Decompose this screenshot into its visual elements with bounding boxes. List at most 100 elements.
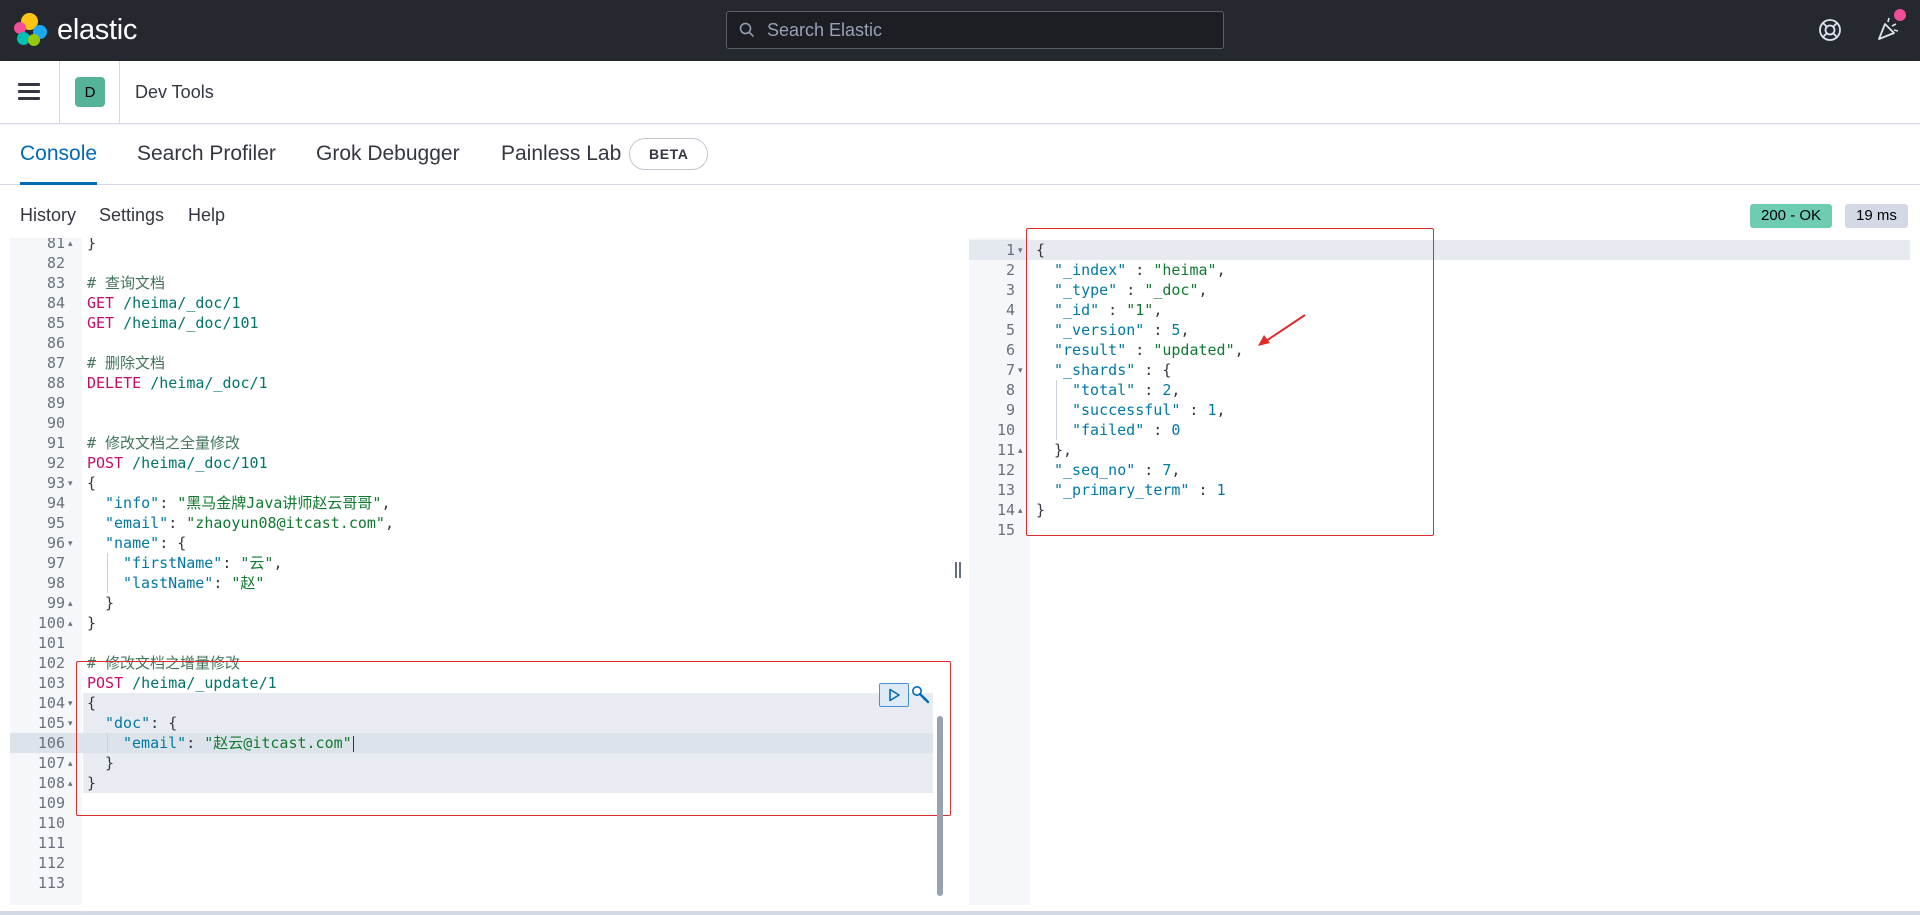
code-token: GET — [87, 294, 115, 312]
global-search[interactable] — [726, 11, 1224, 49]
code-token: "lastName" — [123, 574, 214, 592]
line-number: 82 — [46, 254, 65, 272]
code-token: "email" — [105, 514, 169, 532]
code-token: POST — [87, 454, 124, 472]
code-token: # 查询文档 — [87, 274, 166, 292]
line-number: 12 — [996, 461, 1015, 479]
line-number: 108 — [37, 774, 65, 792]
history-link[interactable]: History — [20, 205, 76, 226]
line-number: 99 — [46, 594, 65, 612]
code-line: GET /heima/_doc/101 — [87, 313, 259, 333]
line-number: 6 — [1005, 341, 1015, 359]
pane-resize-handle[interactable] — [955, 562, 963, 580]
fold-toggle-icon[interactable]: ▴ — [1018, 440, 1023, 460]
line-number: 104 — [37, 694, 65, 712]
code-line: } — [87, 238, 96, 253]
settings-link[interactable]: Settings — [99, 205, 164, 226]
beta-badge: BETA — [629, 138, 709, 170]
notification-dot — [1894, 9, 1906, 21]
fold-toggle-icon[interactable]: ▾ — [1018, 360, 1023, 380]
code-line: DELETE /heima/_doc/1 — [87, 373, 268, 393]
code-token: "info" — [105, 494, 160, 512]
fold-toggle-icon[interactable]: ▴ — [68, 238, 73, 253]
line-number: 113 — [37, 874, 65, 892]
fold-toggle-icon[interactable]: ▾ — [68, 713, 73, 733]
code-token: , — [384, 514, 394, 532]
indent-guide — [107, 553, 108, 573]
line-number: 11 — [996, 441, 1015, 459]
code-token: : — [222, 554, 241, 572]
elastic-logo[interactable]: elastic — [14, 13, 137, 47]
wrench-icon[interactable] — [911, 685, 931, 705]
fold-toggle-icon[interactable]: ▾ — [1018, 240, 1023, 260]
tab-painless-lab[interactable]: Painless Lab — [501, 124, 621, 184]
code-token: /heima/_doc/1 — [114, 294, 241, 312]
help-link[interactable]: Help — [188, 205, 225, 226]
fold-toggle-icon[interactable]: ▴ — [1018, 500, 1023, 520]
code-token: DELETE — [87, 374, 142, 392]
divider — [119, 61, 120, 123]
fold-toggle-icon[interactable]: ▾ — [68, 693, 73, 713]
code-line: "info": "黑马金牌Java讲师赵云哥哥", — [105, 493, 390, 513]
fold-toggle-icon[interactable]: ▴ — [68, 613, 73, 633]
breadcrumb-title[interactable]: Dev Tools — [135, 82, 214, 103]
code-token: : — [159, 494, 178, 512]
bottom-border — [0, 911, 1920, 915]
fold-toggle-icon[interactable]: ▴ — [68, 593, 73, 613]
code-token: } — [87, 614, 97, 632]
code-token: } — [105, 594, 115, 612]
code-line: } — [105, 593, 114, 613]
code-token: "云" — [240, 554, 274, 572]
line-number: 3 — [1005, 281, 1015, 299]
line-number: 8 — [1005, 381, 1015, 399]
line-number: 85 — [46, 314, 65, 332]
space-avatar[interactable]: D — [75, 77, 105, 107]
line-number: 13 — [996, 481, 1015, 499]
code-token: "zhaoyun08@itcast.com" — [186, 514, 385, 532]
code-token: , — [273, 554, 283, 572]
code-token: # 删除文档 — [87, 354, 166, 372]
fold-toggle-icon[interactable]: ▴ — [68, 773, 73, 793]
code-line: "lastName": "赵" — [123, 573, 264, 593]
fold-toggle-icon[interactable]: ▾ — [68, 533, 73, 553]
code-token: } — [87, 238, 97, 252]
tab-grok-debugger[interactable]: Grok Debugger — [316, 124, 460, 184]
request-time-badge: 19 ms — [1845, 204, 1908, 228]
fold-toggle-icon[interactable]: ▾ — [68, 473, 73, 493]
code-token: : — [168, 514, 187, 532]
help-icon[interactable] — [1818, 18, 1842, 42]
tab-console[interactable]: Console — [20, 124, 98, 185]
code-token: /heima/_doc/101 — [114, 314, 259, 332]
elastic-logo-icon — [14, 13, 48, 47]
line-number: 84 — [46, 294, 65, 312]
line-number: 90 — [46, 414, 65, 432]
request-scrollbar[interactable] — [937, 716, 943, 896]
line-number: 98 — [46, 574, 65, 592]
menu-toggle-icon[interactable] — [18, 81, 42, 101]
code-line: "firstName": "云", — [123, 553, 283, 573]
breadcrumb-bar: D Dev Tools — [0, 61, 1920, 124]
fold-toggle-icon[interactable]: ▴ — [68, 753, 73, 773]
code-token: /heima/_doc/1 — [141, 374, 268, 392]
code-token: /heima/_doc/101 — [123, 454, 268, 472]
line-number: 9 — [1005, 401, 1015, 419]
line-number: 109 — [37, 794, 65, 812]
annotation-box-response — [1026, 228, 1434, 536]
line-number: 2 — [1005, 261, 1015, 279]
code-line: GET /heima/_doc/1 — [87, 293, 241, 313]
send-request-button[interactable] — [879, 683, 909, 707]
line-number: 105 — [37, 714, 65, 732]
line-number: 91 — [46, 434, 65, 452]
line-number: 103 — [37, 674, 65, 692]
code-token: : — [213, 574, 232, 592]
search-icon — [739, 22, 755, 38]
search-input[interactable] — [765, 18, 1189, 42]
tab-search-profiler[interactable]: Search Profiler — [137, 124, 276, 184]
line-number: 89 — [46, 394, 65, 412]
line-number: 96 — [46, 534, 65, 552]
code-line: # 查询文档 — [87, 273, 165, 293]
status-badge: 200 - OK — [1750, 204, 1833, 228]
line-number: 15 — [996, 521, 1015, 539]
code-token: "赵" — [231, 574, 265, 592]
code-line: POST /heima/_doc/101 — [87, 453, 268, 473]
